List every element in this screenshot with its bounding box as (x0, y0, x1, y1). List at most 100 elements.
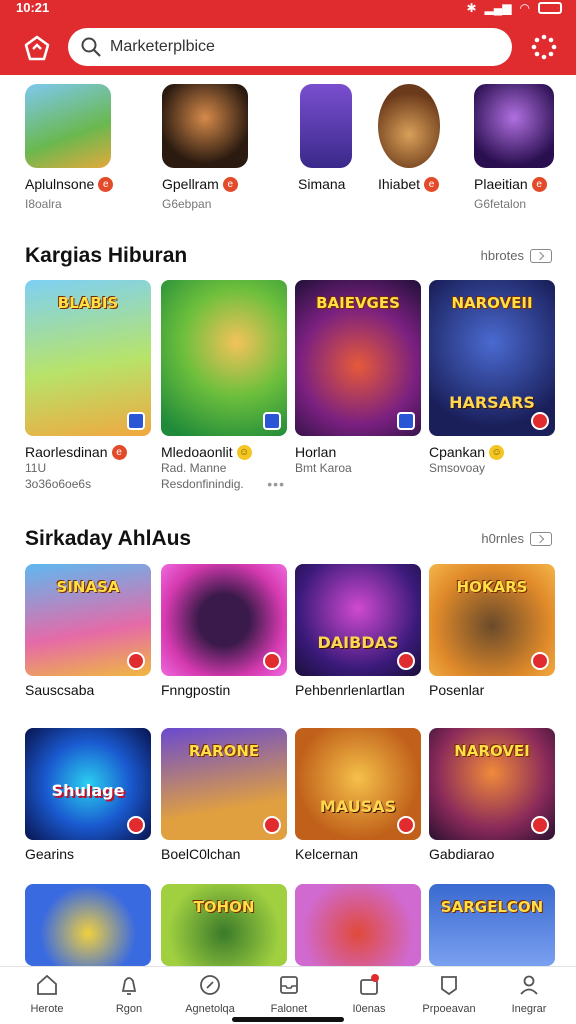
game-card[interactable]: NAROVEII HARSARS Cpankan ☺ Smsovoay (429, 280, 555, 476)
game-name: Gearins (25, 846, 75, 862)
app-name: Gpellram (162, 176, 219, 192)
game-tile[interactable]: DAIBDAS Pehbenrlenlartlan (295, 564, 421, 698)
game-tile[interactable]: SINASA Sauscsaba (25, 564, 151, 698)
nav-item-home[interactable]: Herote (12, 973, 82, 1015)
game-tile[interactable]: MAUSAS Kelcernan (295, 728, 421, 862)
store-icon (127, 412, 145, 430)
game-name: Cpankan (429, 444, 486, 460)
store-icon (531, 816, 549, 834)
nav-item-profile[interactable]: Inegrar (494, 973, 564, 1015)
thumbnail-title: SINASA (56, 578, 120, 596)
badge-icon: e (98, 176, 114, 192)
game-tile[interactable] (295, 884, 421, 966)
nav-label: I0enas (352, 1003, 386, 1015)
app-thumbnail (474, 84, 554, 168)
store-icon (397, 816, 415, 834)
thumbnail-title: HOKARS (456, 578, 528, 596)
game-tile[interactable]: NAROVEI Gabdiarao (429, 728, 555, 862)
search-input[interactable]: Marketerplbice (110, 38, 215, 56)
game-card[interactable]: BAIEVGES Horlan Bmt Karoa (295, 280, 421, 476)
home-indicator[interactable] (232, 1017, 344, 1022)
search-bar[interactable]: Marketerplbice (68, 28, 512, 66)
home-shield-icon[interactable] (22, 33, 52, 63)
game-name: Gabdiarao (429, 846, 495, 862)
see-more-link[interactable]: h0rnles (481, 531, 552, 546)
nav-item-shop[interactable]: I0enas (334, 973, 404, 1015)
thumbnail-title: TOHON (193, 898, 255, 916)
badge-icon: ☺ (489, 444, 505, 460)
see-more-link[interactable]: hbrotes (481, 248, 552, 263)
thumbnail-title: MAUSAS (319, 797, 397, 816)
game-thumbnail (25, 884, 151, 966)
settings-icon[interactable] (530, 33, 558, 61)
inbox-icon (280, 976, 298, 994)
top-app-item[interactable]: Gpellram e G6ebpan (162, 84, 262, 211)
see-more-label: h0rnles (481, 531, 524, 546)
store-icon (127, 652, 145, 670)
search-icon (81, 37, 101, 57)
section-title: Kargias Hiburan (25, 244, 188, 267)
status-time: 10:21 (16, 0, 50, 15)
more-options-icon[interactable]: ••• (267, 476, 285, 492)
store-icon (397, 652, 415, 670)
game-tile[interactable] (25, 884, 151, 966)
game-tile[interactable]: RARONE BoelC0lchan (161, 728, 287, 862)
top-app-item[interactable]: Ihiabet e (378, 84, 450, 192)
game-thumbnail: SARGELCON (429, 884, 555, 966)
game-tile[interactable]: Fnngpostin (161, 564, 287, 698)
game-thumbnail: HOKARS (429, 564, 555, 676)
badge-icon: ☺ (236, 444, 252, 460)
nav-label: Rgon (115, 1003, 143, 1015)
top-app-item[interactable]: Aplulnsone e I8oalra (25, 84, 125, 211)
game-name: Raorlesdinan (25, 444, 108, 460)
game-tile[interactable]: HOKARS Posenlar (429, 564, 555, 698)
game-name: BoelC0lchan (161, 846, 241, 862)
store-icon (531, 652, 549, 670)
thumbnail-title: BAIEVGES (316, 294, 400, 312)
game-name: Kelcernan (295, 846, 359, 862)
nav-item-saved[interactable]: Prpoeavan (414, 973, 484, 1015)
game-thumbnail: BLABIS (25, 280, 151, 436)
thumbnail-title: NAROVEII (451, 294, 533, 312)
game-thumbnail (295, 884, 421, 966)
game-tile[interactable]: SARGELCON (429, 884, 555, 966)
badge-icon: e (111, 444, 127, 460)
game-tile[interactable]: TOHON (161, 884, 287, 966)
bookmark-icon (441, 976, 457, 996)
game-thumbnail: NAROVEII HARSARS (429, 280, 555, 436)
app-name: Aplulnsone (25, 176, 95, 192)
app-header: 10:21 ✱ ▂▄▆ ◠ Marketerplbice (0, 0, 576, 75)
game-thumbnail: TOHON (161, 884, 287, 966)
game-thumbnail: DAIBDAS (295, 564, 421, 676)
store-icon (397, 412, 415, 430)
app-thumbnail (300, 84, 352, 168)
bag-icon (360, 974, 379, 995)
top-app-item[interactable]: Simana (298, 84, 358, 192)
game-thumbnail (161, 280, 287, 436)
nav-label: Herote (30, 1003, 64, 1015)
game-thumbnail: NAROVEI (429, 728, 555, 840)
app-name: Ihiabet (378, 176, 421, 192)
thumbnail-title: DAIBDAS (317, 633, 399, 652)
game-card[interactable]: Mledoaonlit ☺ Rad. Manne Resdonfinindig. … (161, 280, 287, 492)
status-icons: ✱ ▂▄▆ ◠ (466, 1, 562, 15)
app-thumbnail (25, 84, 111, 168)
store-icon (263, 652, 281, 670)
game-name: Mledoaonlit (161, 444, 233, 460)
store-icon (531, 412, 549, 430)
app-thumbnail (378, 84, 440, 168)
game-meta: 3o36o6oe6s (25, 477, 92, 491)
game-thumbnail: Shulage (25, 728, 151, 840)
game-card[interactable]: BLABIS Raorlesdinan e 11U 3o36o6oe6s (25, 280, 151, 492)
top-app-item[interactable]: Plaeitian e G6fetalon (474, 84, 574, 211)
compass-icon (200, 975, 220, 995)
app-subtitle: I8oalra (25, 197, 62, 211)
game-name: Fnngpostin (161, 682, 231, 698)
nav-item-notifications[interactable]: Rgon (94, 973, 164, 1015)
store-icon (263, 412, 281, 430)
nav-item-explore[interactable]: Agnetolqa (175, 973, 245, 1015)
app-subtitle: G6ebpan (162, 197, 212, 211)
game-tile[interactable]: Shulage Gearins (25, 728, 151, 862)
app-name: Plaeitian (474, 176, 528, 192)
nav-item-inbox[interactable]: Falonet (254, 973, 324, 1015)
